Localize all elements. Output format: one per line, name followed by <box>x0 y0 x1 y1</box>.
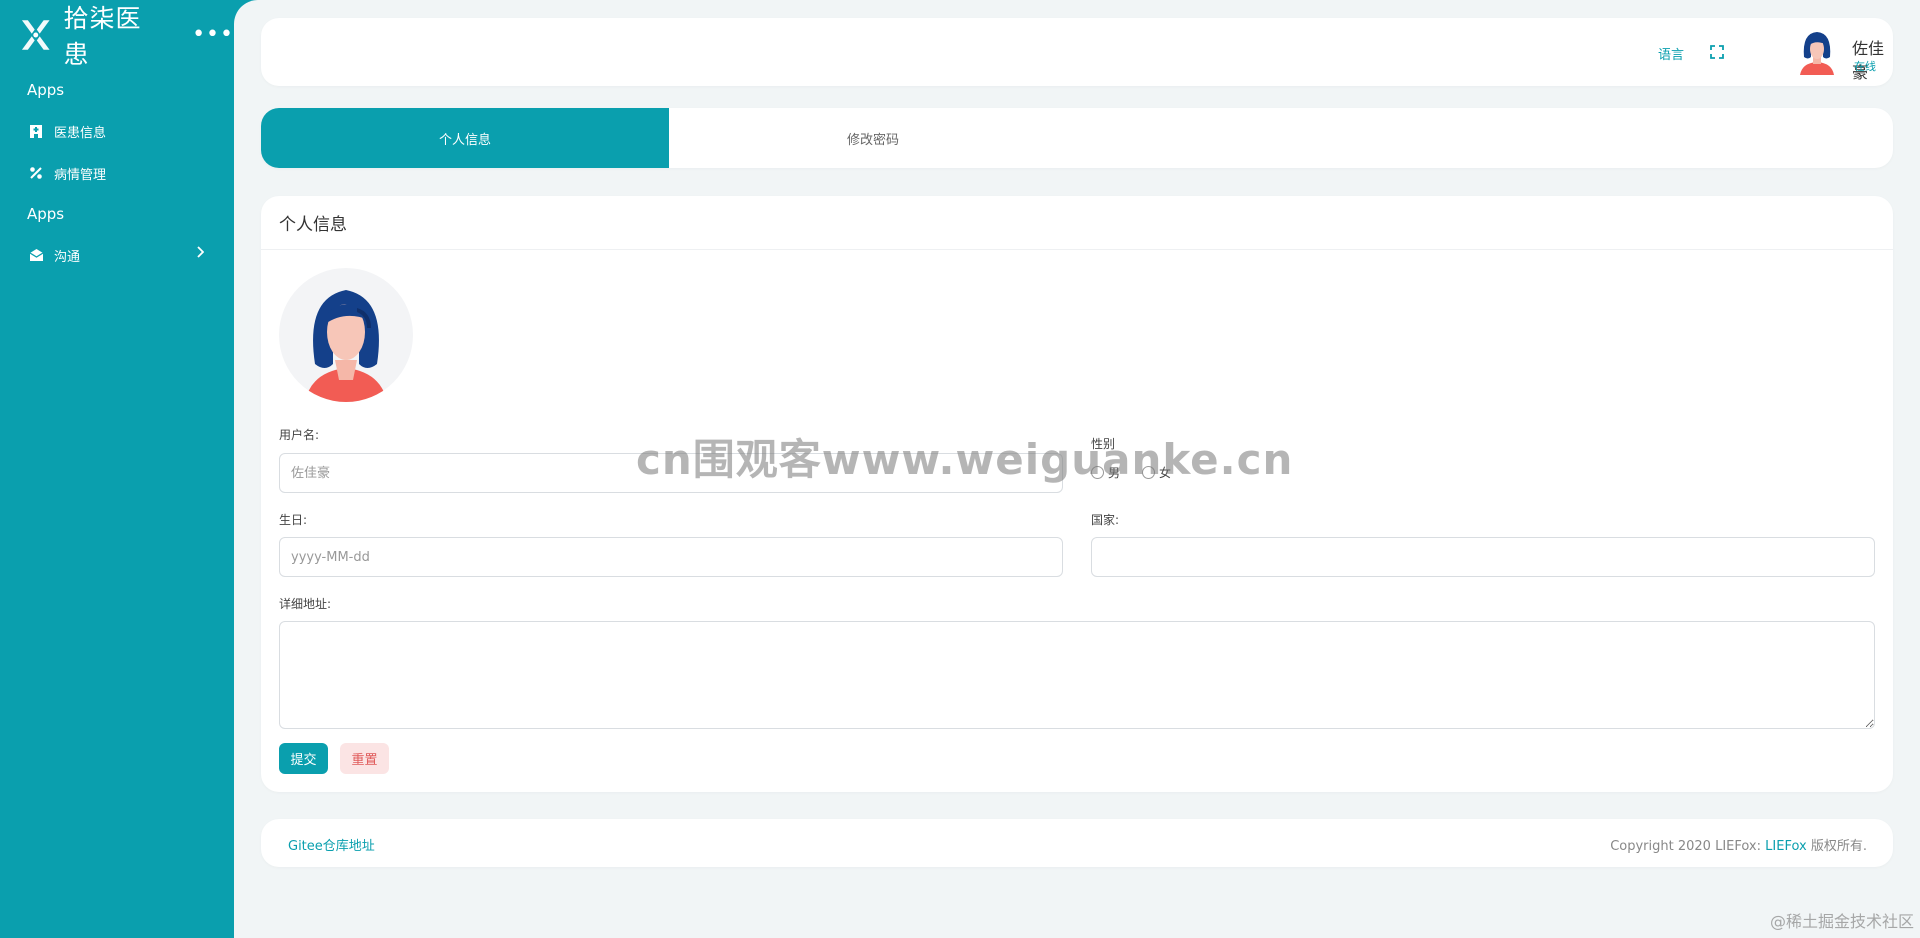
profile-avatar[interactable] <box>279 268 413 402</box>
reset-button[interactable]: 重置 <box>340 743 389 774</box>
user-avatar[interactable] <box>1796 27 1838 75</box>
nav-section-title: Apps <box>27 205 65 223</box>
watermark-text: cn围观客www.weiguanke.cn <box>636 435 1294 484</box>
topbar: 语言 佐佳豪 在线 <box>261 18 1893 86</box>
country-input[interactable] <box>1091 537 1875 577</box>
envelope-open-icon <box>27 246 45 264</box>
birthday-input[interactable] <box>279 537 1063 577</box>
sidebar-item-label: 医患信息 <box>54 125 107 141</box>
personal-info-card: 个人信息 用户名: 性别 男 女 生日: 国家: 详细地址: <box>261 196 1893 792</box>
app-logo-icon <box>21 20 50 50</box>
sidebar-item-condition-management[interactable]: 病情管理 <box>0 152 234 194</box>
tab-personal-info[interactable]: 个人信息 <box>261 108 669 168</box>
language-button[interactable]: 语言 <box>1658 44 1684 63</box>
address-label: 详细地址: <box>279 597 332 611</box>
copyright-prefix: Copyright 2020 LIEFox: <box>1610 839 1762 854</box>
hospital-icon <box>27 122 45 140</box>
country-label: 国家: <box>1091 513 1120 527</box>
gitee-repo-link[interactable]: Gitee仓库地址 <box>288 835 375 854</box>
more-icon[interactable]: ••• <box>192 24 234 46</box>
birthday-label: 生日: <box>279 513 308 527</box>
sidebar-item-patient-info[interactable]: 医患信息 <box>0 110 234 152</box>
username-label: 用户名: <box>279 428 320 442</box>
sidebar-item-communication[interactable]: 沟通 <box>0 234 234 276</box>
brand: 拾柒医患 ••• <box>0 0 234 70</box>
brand-name: 拾柒医患 <box>63 4 142 69</box>
online-status: 在线 <box>1854 60 1876 73</box>
sidebar-item-label: 病情管理 <box>54 167 107 183</box>
liefox-link[interactable]: LIEFox <box>1765 839 1807 854</box>
chevron-right-icon <box>197 246 204 258</box>
corner-watermark: @稀土掘金技术社区 <box>1769 912 1914 931</box>
percent-icon <box>27 164 45 182</box>
tab-change-password[interactable]: 修改密码 <box>669 108 1077 168</box>
copyright-suffix: 版权所有. <box>1810 839 1867 854</box>
submit-button[interactable]: 提交 <box>279 743 328 774</box>
fullscreen-icon[interactable] <box>1708 43 1726 61</box>
footer: Gitee仓库地址 Copyright 2020 LIEFox: LIEFox … <box>261 819 1893 867</box>
sidebar: 拾柒医患 ••• Apps 医患信息 病情管理 Apps 沟通 <box>0 0 234 938</box>
card-title: 个人信息 <box>261 196 1893 250</box>
avatar-illustration <box>305 290 387 402</box>
copyright-text: Copyright 2020 LIEFox: LIEFox 版权所有. <box>1610 835 1867 854</box>
address-textarea[interactable] <box>279 621 1875 729</box>
tab-bar: 个人信息 修改密码 <box>261 108 1893 168</box>
nav-section-title: Apps <box>27 81 65 99</box>
sidebar-item-label: 沟通 <box>54 249 81 265</box>
